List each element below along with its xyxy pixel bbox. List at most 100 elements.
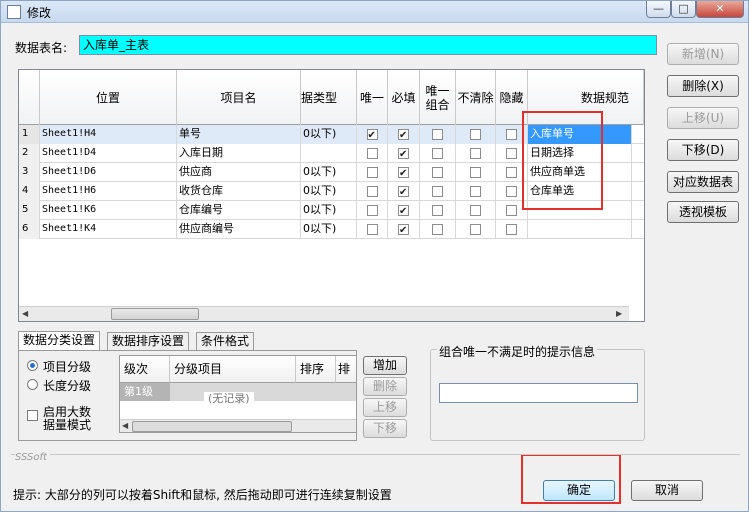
maximize-button[interactable]: □ (671, 1, 696, 18)
row-number[interactable]: 5 (19, 201, 40, 220)
unchecked-checkbox-icon[interactable] (470, 205, 481, 216)
unique-checkbox[interactable] (357, 182, 388, 201)
unchecked-checkbox-icon[interactable] (432, 129, 443, 140)
row-number[interactable]: 1 (19, 125, 40, 144)
unchecked-checkbox-icon[interactable] (470, 148, 481, 159)
unchecked-checkbox-icon[interactable] (366, 167, 378, 178)
header-data-type[interactable]: 据类型 (301, 70, 357, 125)
unchecked-checkbox-icon[interactable] (470, 224, 481, 235)
unique-combo-checkbox[interactable] (420, 220, 456, 239)
subgrid-header-sort2[interactable]: 排序 (336, 356, 356, 383)
unchecked-checkbox-icon[interactable] (366, 205, 378, 216)
no-clear-checkbox[interactable] (456, 201, 496, 220)
unchecked-checkbox-icon[interactable] (432, 205, 443, 216)
position-cell[interactable]: Sheet1!H6 (40, 182, 177, 201)
item-name-cell[interactable]: 供应商编号 (177, 220, 301, 239)
unchecked-checkbox-icon[interactable] (432, 148, 443, 159)
checked-checkbox-icon[interactable] (398, 222, 409, 239)
header-item-name[interactable]: 项目名 (177, 70, 301, 125)
unique-checkbox[interactable] (357, 125, 388, 144)
close-button[interactable]: ✕ (696, 1, 744, 18)
unchecked-checkbox-icon[interactable] (506, 167, 517, 178)
no-clear-checkbox[interactable] (456, 182, 496, 201)
checked-checkbox-icon[interactable] (398, 184, 409, 201)
length-level-radio[interactable] (27, 379, 38, 390)
header-unique-combo[interactable]: 唯一 组合 (420, 70, 456, 125)
unique-checkbox[interactable] (357, 163, 388, 182)
item-name-cell[interactable]: 供应商 (177, 163, 301, 182)
unchecked-checkbox-icon[interactable] (470, 167, 481, 178)
header-required[interactable]: 必填 (388, 70, 420, 125)
subgrid-header-sort[interactable]: 排序 (296, 356, 336, 383)
unchecked-checkbox-icon[interactable] (366, 224, 378, 235)
checked-checkbox-icon[interactable] (398, 203, 409, 220)
table-row[interactable]: 6 Sheet1!K4 供应商编号 0以下) (19, 220, 644, 239)
item-name-cell[interactable]: 收货仓库 (177, 182, 301, 201)
add-button[interactable]: 新增(N) (667, 43, 739, 65)
row-number[interactable]: 3 (19, 163, 40, 182)
unique-combo-checkbox[interactable] (420, 144, 456, 163)
unchecked-checkbox-icon[interactable] (506, 148, 517, 159)
no-clear-checkbox[interactable] (456, 220, 496, 239)
tab-conditional-format[interactable]: 条件格式 (196, 332, 255, 350)
level-up-button[interactable]: 上移 (363, 398, 407, 417)
big-data-mode-checkbox[interactable] (27, 410, 38, 421)
unique-combo-checkbox[interactable] (420, 163, 456, 182)
map-table-button[interactable]: 对应数据表 (667, 171, 739, 193)
position-cell[interactable]: Sheet1!K6 (40, 201, 177, 220)
level-add-button[interactable]: 增加 (363, 356, 407, 375)
row-number[interactable]: 6 (19, 220, 40, 239)
delete-button[interactable]: 删除(X) (667, 75, 739, 97)
first-level-cell[interactable]: 第1级 (120, 383, 170, 401)
required-checkbox[interactable] (388, 201, 420, 220)
checked-checkbox-icon[interactable] (398, 165, 409, 182)
position-cell[interactable]: Sheet1!H4 (40, 125, 177, 144)
pivot-template-button[interactable]: 透视模板 (667, 201, 739, 223)
move-up-button[interactable]: 上移(U) (667, 107, 739, 129)
table-name-input[interactable]: 入库单_主表 (79, 35, 657, 55)
item-name-cell[interactable]: 仓库编号 (177, 201, 301, 220)
header-no-clear[interactable]: 不清除 (456, 70, 496, 125)
sub-scroll-left-arrow-icon[interactable]: ◀ (122, 421, 128, 430)
required-checkbox[interactable] (388, 163, 420, 182)
no-clear-checkbox[interactable] (456, 163, 496, 182)
subgrid-header-item[interactable]: 分级项目 (170, 356, 296, 383)
unique-checkbox[interactable] (357, 220, 388, 239)
checked-checkbox-icon[interactable] (398, 127, 409, 144)
unchecked-checkbox-icon[interactable] (470, 186, 481, 197)
required-checkbox[interactable] (388, 144, 420, 163)
subgrid-horizontal-scrollbar[interactable]: ◀ (120, 419, 356, 432)
ok-button[interactable]: 确定 (543, 480, 615, 501)
data-type-cell[interactable]: 0以下) (301, 125, 357, 144)
position-cell[interactable]: Sheet1!D4 (40, 144, 177, 163)
header-position[interactable]: 位置 (40, 70, 177, 125)
scroll-left-arrow-icon[interactable]: ◀ (22, 309, 28, 318)
unchecked-checkbox-icon[interactable] (506, 186, 517, 197)
cancel-button[interactable]: 取消 (631, 480, 703, 501)
first-level-row[interactable] (170, 383, 356, 401)
unchecked-checkbox-icon[interactable] (432, 186, 443, 197)
unchecked-checkbox-icon[interactable] (432, 167, 443, 178)
item-level-radio[interactable] (27, 360, 38, 371)
unique-combo-checkbox[interactable] (420, 125, 456, 144)
unique-checkbox[interactable] (357, 201, 388, 220)
unchecked-checkbox-icon[interactable] (366, 148, 378, 159)
position-cell[interactable]: Sheet1!D6 (40, 163, 177, 182)
no-clear-checkbox[interactable] (456, 125, 496, 144)
minimize-button[interactable]: — (646, 1, 671, 18)
no-clear-checkbox[interactable] (456, 144, 496, 163)
level-down-button[interactable]: 下移 (363, 419, 407, 438)
unchecked-checkbox-icon[interactable] (506, 129, 517, 140)
move-down-button[interactable]: 下移(D) (667, 139, 739, 161)
checked-checkbox-icon[interactable] (366, 127, 378, 144)
data-spec-cell[interactable] (528, 220, 632, 239)
item-name-cell[interactable]: 入库日期 (177, 144, 301, 163)
data-type-cell[interactable]: 0以下) (301, 220, 357, 239)
item-name-cell[interactable]: 单号 (177, 125, 301, 144)
level-delete-button[interactable]: 删除 (363, 377, 407, 396)
sub-scroll-thumb[interactable] (132, 421, 292, 432)
grid-horizontal-scrollbar[interactable]: ◀ ▶ (19, 306, 629, 321)
unchecked-checkbox-icon[interactable] (366, 186, 378, 197)
unchecked-checkbox-icon[interactable] (432, 224, 443, 235)
required-checkbox[interactable] (388, 220, 420, 239)
